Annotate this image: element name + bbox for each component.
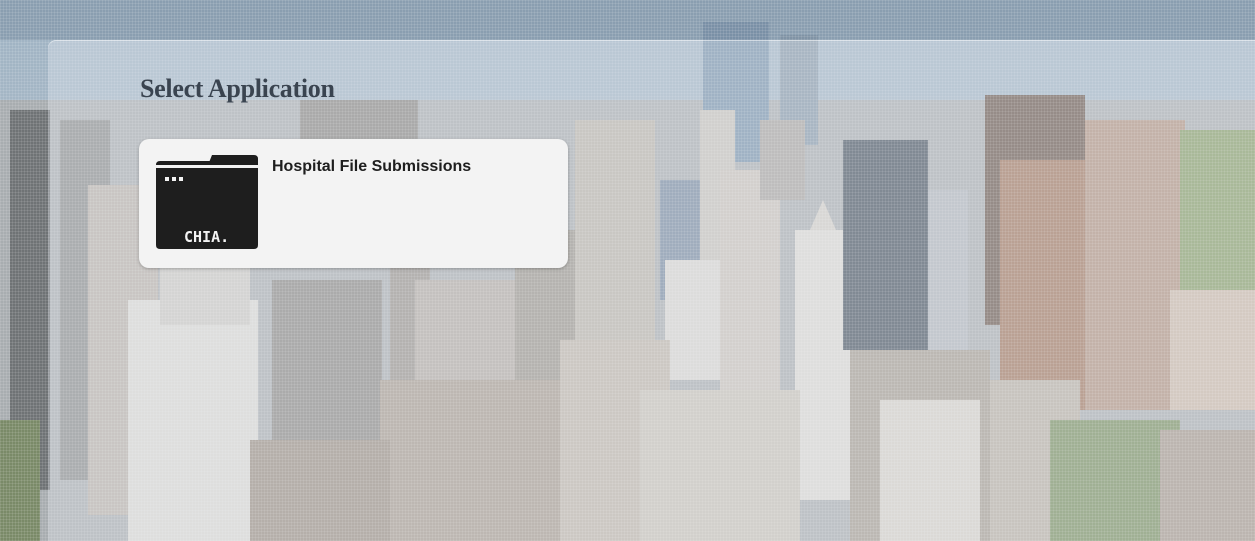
page-title: Select Application	[140, 74, 335, 103]
folder-icon: CHIA.	[156, 155, 258, 249]
app-label: Hospital File Submissions	[272, 158, 472, 175]
header-band	[0, 0, 1255, 40]
main-panel	[48, 40, 1255, 541]
folder-icon-text: CHIA.	[184, 228, 229, 246]
app-tile-hospital-file-submissions[interactable]: CHIA. Hospital File Submissions	[139, 139, 568, 268]
application-selector-page: Select Application CHIA. Hospital File S…	[0, 0, 1255, 541]
